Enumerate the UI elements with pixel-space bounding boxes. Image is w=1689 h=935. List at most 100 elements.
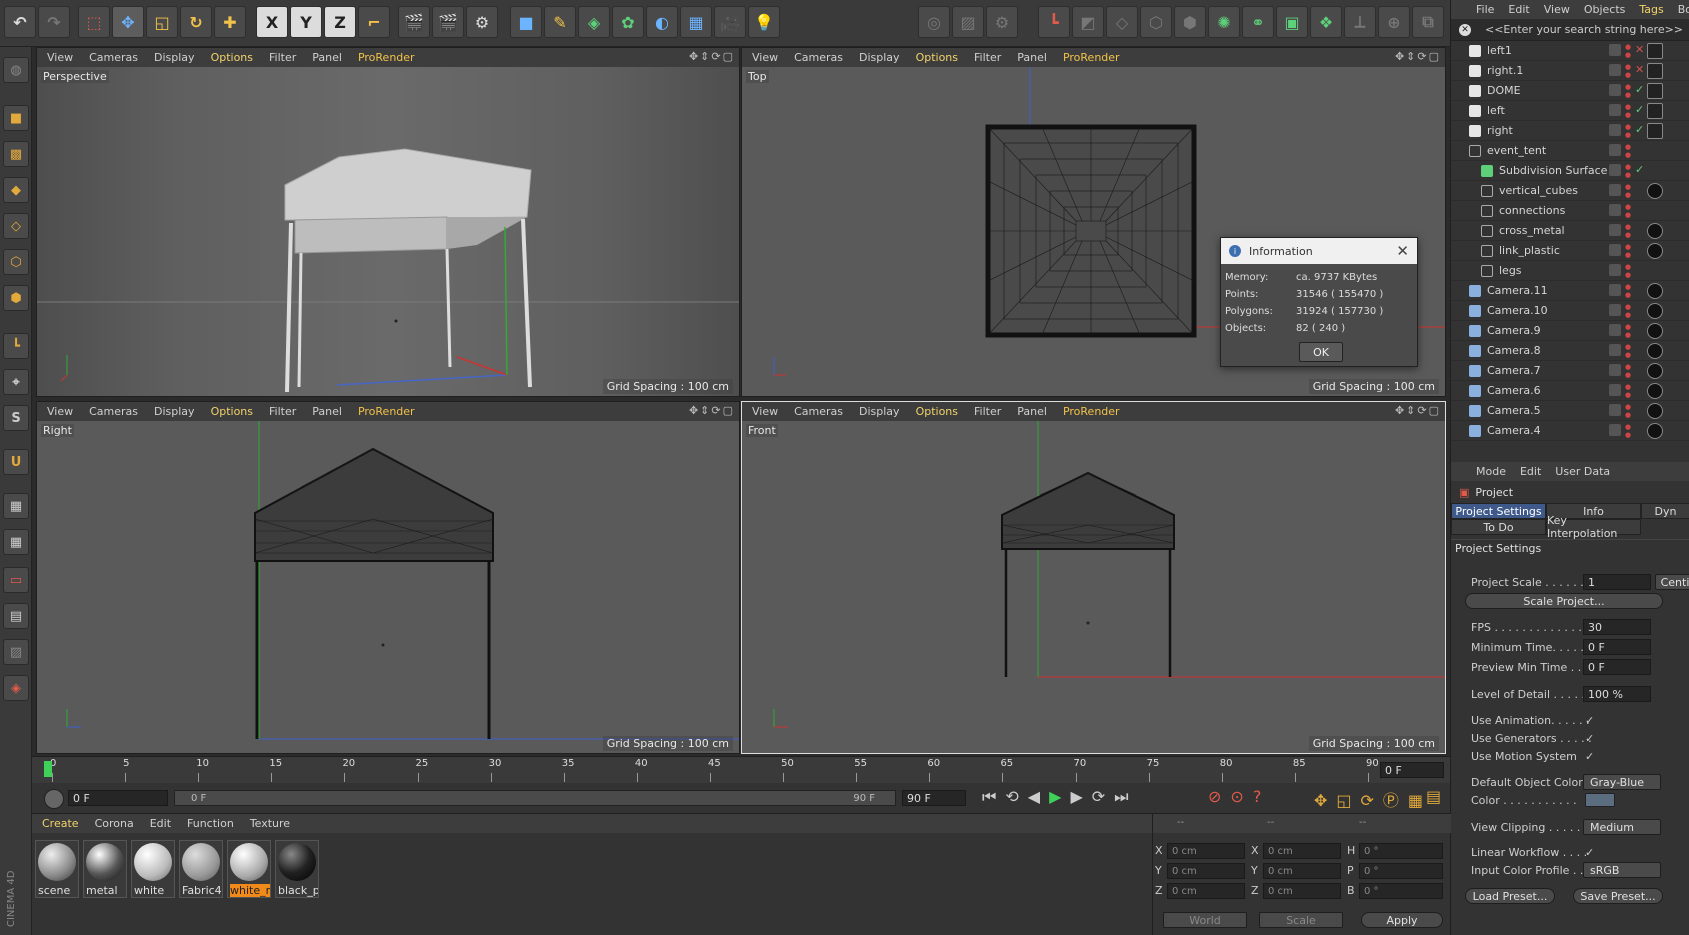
record-controls[interactable]: ⊘⊙? xyxy=(1208,787,1270,806)
pos-z-field[interactable]: 0 cm xyxy=(1167,883,1245,899)
menu-prorender[interactable]: ProRender xyxy=(1063,51,1120,64)
menu-options[interactable]: Options xyxy=(211,405,253,418)
workplane-mode-icon[interactable]: ⊕ xyxy=(1378,6,1410,38)
object-row[interactable]: Camera.6 ● ● xyxy=(1451,381,1689,401)
subdivision-surface-icon[interactable]: ◈ xyxy=(578,6,610,38)
object-row[interactable]: Camera.9 ● ● xyxy=(1451,321,1689,341)
coordinate-system-icon[interactable]: ⌐ xyxy=(358,6,390,38)
tab-to-do[interactable]: To Do xyxy=(1451,519,1546,535)
visibility-dots-icon[interactable]: ● ● xyxy=(1625,203,1633,219)
camera-icon[interactable]: 🎥 xyxy=(714,6,746,38)
visibility-dots-icon[interactable]: ● ● xyxy=(1625,383,1633,399)
visibility-dots-icon[interactable]: ● ● xyxy=(1625,403,1633,419)
light-icon[interactable]: 💡 xyxy=(748,6,780,38)
layer-tag-icon[interactable] xyxy=(1609,224,1621,236)
texture-tool-icon[interactable]: ◩ xyxy=(1072,6,1104,38)
material-tag-icon[interactable] xyxy=(1647,103,1663,119)
layer-tag-icon[interactable] xyxy=(1609,424,1621,436)
render-settings-icon[interactable]: ⚙ xyxy=(466,6,498,38)
layer-tag-icon[interactable] xyxy=(1609,44,1621,56)
viewport-nav-icons[interactable]: ✥⇕⟳▢ xyxy=(689,404,735,417)
visibility-dots-icon[interactable]: ● ● xyxy=(1625,323,1633,339)
menu-filter[interactable]: Filter xyxy=(974,405,1001,418)
layer-tag-icon[interactable] xyxy=(1609,164,1621,176)
menu-panel[interactable]: Panel xyxy=(312,51,342,64)
layout-grid-icon[interactable]: ▨ xyxy=(3,639,29,665)
menu-panel[interactable]: Panel xyxy=(1017,51,1047,64)
close-icon[interactable]: ✕ xyxy=(1396,242,1409,260)
rot-p-field[interactable]: 0 ° xyxy=(1359,863,1443,879)
current-frame-field[interactable]: 0 F xyxy=(68,790,168,806)
y-axis-lock-button[interactable]: Y xyxy=(290,6,322,38)
edges-mode-icon[interactable]: ⬡ xyxy=(1140,6,1172,38)
input-profile-select[interactable]: sRGB xyxy=(1583,862,1661,878)
object-row[interactable]: Camera.7 ● ● xyxy=(1451,361,1689,381)
object-row[interactable]: legs ● ● xyxy=(1451,261,1689,281)
layer-tag-icon[interactable] xyxy=(1609,144,1621,156)
paint-icon[interactable]: ⚭ xyxy=(1242,6,1274,38)
disabled-x-icon[interactable]: ✕ xyxy=(1635,43,1644,56)
rot-b-field[interactable]: 0 ° xyxy=(1359,883,1443,899)
menu-edit[interactable]: Edit xyxy=(1520,465,1541,478)
menu-cameras[interactable]: Cameras xyxy=(89,51,138,64)
scale-unit-select[interactable]: Centi xyxy=(1655,574,1689,590)
object-row[interactable]: link_plastic ● ● xyxy=(1451,241,1689,261)
camera-tag-icon[interactable] xyxy=(1647,363,1663,379)
viewport-front[interactable]: View Cameras Display Options Filter Pane… xyxy=(741,401,1446,754)
menu-panel[interactable]: Panel xyxy=(1017,405,1047,418)
menu-filter[interactable]: Filter xyxy=(974,51,1001,64)
viewport-nav-icons[interactable]: ✥⇕⟳▢ xyxy=(1395,50,1441,63)
visibility-dots-icon[interactable]: ● ● xyxy=(1625,103,1633,119)
use-motion-checkbox[interactable]: ✓ xyxy=(1585,748,1594,764)
sculpt-icon[interactable]: ✺ xyxy=(1208,6,1240,38)
layer-tag-icon[interactable] xyxy=(1609,324,1621,336)
render-region-icon[interactable]: ▭ xyxy=(3,567,29,593)
camera-tag-icon[interactable] xyxy=(1647,283,1663,299)
enable-axis-icon[interactable]: ⚙ xyxy=(986,6,1018,38)
move-tool-icon[interactable]: ✥ xyxy=(112,6,144,38)
tweak-icon[interactable]: ⌖ xyxy=(3,369,29,395)
menu-filter[interactable]: Filter xyxy=(269,51,296,64)
menu-bookmarks[interactable]: Bo xyxy=(1678,3,1689,16)
timeline-ruler[interactable]: 0 5 10 15 20 25 30 35 40 45 50 55 60 65 70 75 80 85 90 0 F xyxy=(32,756,1450,783)
object-mode-icon[interactable]: ❖ xyxy=(1310,6,1342,38)
cloner-icon[interactable]: ✿ xyxy=(612,6,644,38)
default-color-select[interactable]: Gray-Blue xyxy=(1583,774,1661,790)
lod-field[interactable]: 100 % xyxy=(1583,686,1651,702)
material-swatch[interactable]: metal xyxy=(83,840,127,898)
layer-tag-icon[interactable] xyxy=(1609,124,1621,136)
x-axis-lock-button[interactable]: X xyxy=(256,6,288,38)
rot-h-field[interactable]: 0 ° xyxy=(1359,843,1443,859)
menu-mode[interactable]: Mode xyxy=(1476,465,1506,478)
visibility-dots-icon[interactable]: ● ● xyxy=(1625,123,1633,139)
texture-mode-icon[interactable]: ▩ xyxy=(3,141,29,167)
visibility-dots-icon[interactable]: ● ● xyxy=(1625,223,1633,239)
enabled-check-icon[interactable]: ✓ xyxy=(1635,83,1644,96)
menu-cameras[interactable]: Cameras xyxy=(794,51,843,64)
pos-y-field[interactable]: 0 cm xyxy=(1167,863,1245,879)
menu-prorender[interactable]: ProRender xyxy=(1063,405,1120,418)
cube-object-icon[interactable]: ■ xyxy=(510,6,542,38)
layer-tag-icon[interactable] xyxy=(1609,304,1621,316)
visibility-dots-icon[interactable]: ● ● xyxy=(1625,343,1633,359)
menu-view[interactable]: View xyxy=(752,405,778,418)
menu-edit[interactable]: Edit xyxy=(150,817,171,830)
world-select[interactable]: World xyxy=(1163,912,1247,928)
layer-tag-icon[interactable] xyxy=(1609,404,1621,416)
object-row[interactable]: connections ● ● xyxy=(1451,201,1689,221)
object-row[interactable]: Camera.10 ● ● xyxy=(1451,301,1689,321)
menu-view[interactable]: View xyxy=(1544,3,1570,16)
visibility-dots-icon[interactable]: ● ● xyxy=(1625,423,1633,439)
camera-tag-icon[interactable] xyxy=(1647,383,1663,399)
model-mode-icon[interactable]: ▣ xyxy=(1276,6,1308,38)
object-row[interactable]: cross_metal ● ● xyxy=(1451,221,1689,241)
deformer-icon[interactable]: ◐ xyxy=(646,6,678,38)
material-tag-icon[interactable] xyxy=(1647,123,1663,139)
menu-options[interactable]: Options xyxy=(916,51,958,64)
camera-tag-icon[interactable] xyxy=(1647,423,1663,439)
object-row[interactable]: DOME ● ● ✓ xyxy=(1451,81,1689,101)
preview-min-field[interactable]: 0 F xyxy=(1583,659,1651,675)
object-row[interactable]: Camera.5 ● ● xyxy=(1451,401,1689,421)
use-generators-checkbox[interactable]: ✓ xyxy=(1585,730,1594,746)
size-z-field[interactable]: 0 cm xyxy=(1263,883,1341,899)
